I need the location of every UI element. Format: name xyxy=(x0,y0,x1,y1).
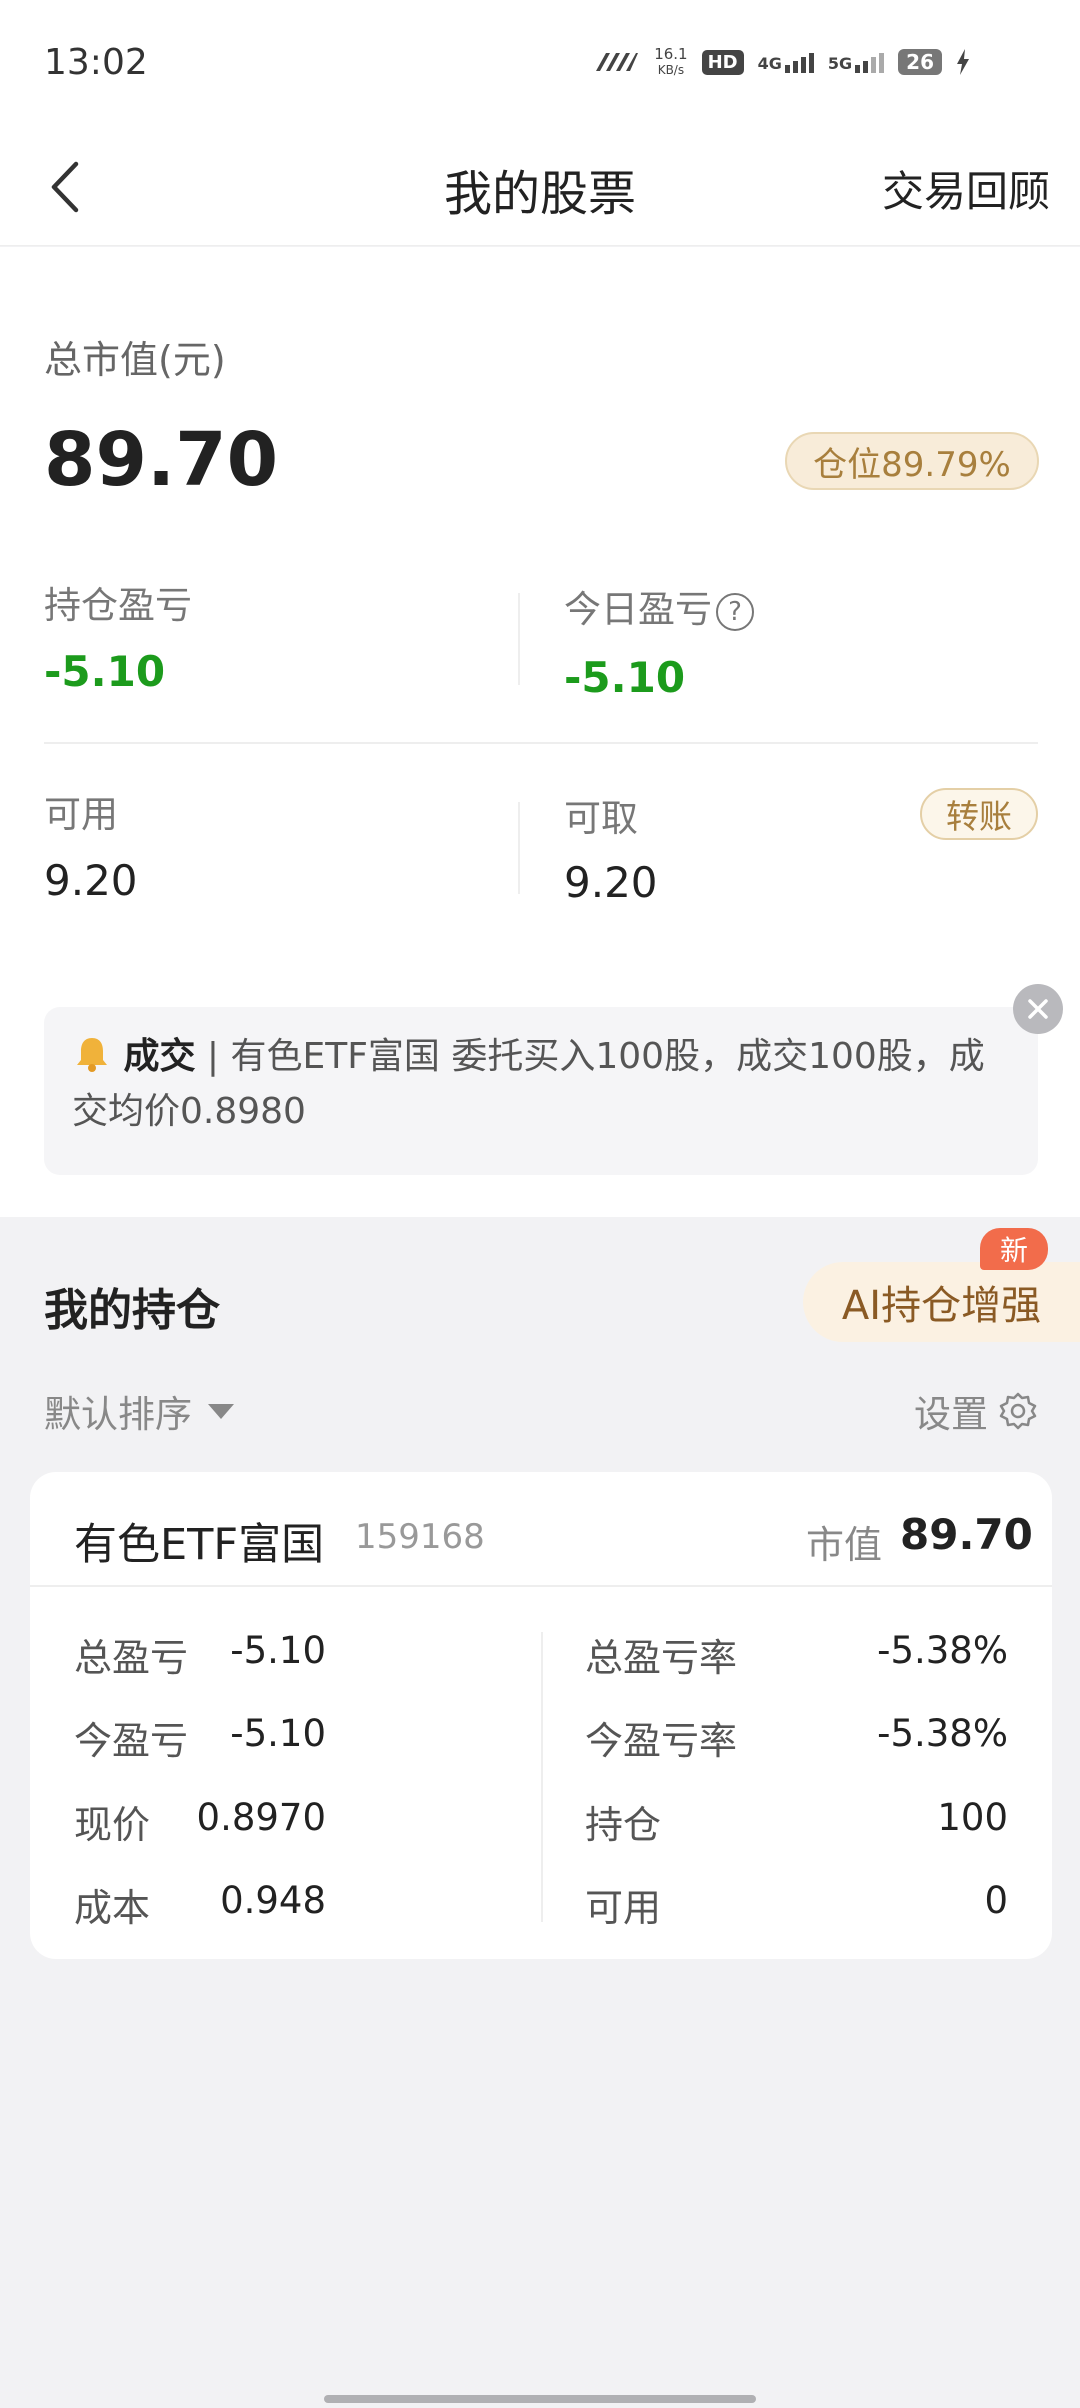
notice-text: | 有色ETF富国 委托买入100股，成交100股，成交均价0.8980 xyxy=(72,1036,985,1132)
status-time: 13:02 xyxy=(44,42,148,83)
ai-holdings-button[interactable]: AI持仓增强 xyxy=(803,1262,1080,1342)
home-indicator[interactable] xyxy=(324,2395,756,2403)
today-pl-rate-label: 今盈亏率 xyxy=(585,1719,738,1763)
new-badge: 新 xyxy=(980,1228,1048,1270)
battery-icon: 26 xyxy=(898,49,942,75)
total-pl-value: -5.10 xyxy=(230,1629,326,1672)
signal-5g-icon: 5G xyxy=(828,51,885,73)
status-icons: 16.1 KB/s HD 4G 5G 26 xyxy=(592,46,970,78)
signal-4g-icon: 4G xyxy=(758,51,814,73)
transfer-button[interactable]: 转账 xyxy=(920,788,1038,840)
total-market-value-label: 总市值(元) xyxy=(44,338,226,382)
current-price-label: 现价 xyxy=(74,1803,151,1847)
trade-notice[interactable]: 成交 | 有色ETF富国 委托买入100股，成交100股，成交均价0.8980 xyxy=(44,1007,1038,1175)
divider xyxy=(518,593,520,685)
sort-label: 默认排序 xyxy=(44,1393,192,1436)
available-label: 可用 xyxy=(44,793,118,836)
settings-label: 设置 xyxy=(914,1393,988,1436)
bell-icon xyxy=(72,1036,123,1077)
close-notice-button[interactable] xyxy=(1013,984,1063,1034)
market-value: 89.70 xyxy=(900,1510,1033,1559)
available-qty-label: 可用 xyxy=(585,1886,662,1930)
cost-label: 成本 xyxy=(74,1886,151,1930)
status-bar: 13:02 16.1 KB/s HD 4G 5G 26 xyxy=(0,0,1080,130)
caret-down-icon xyxy=(208,1403,234,1419)
notice-type: 成交 xyxy=(123,1036,196,1077)
position-ratio-badge: 仓位89.79% xyxy=(785,432,1039,490)
settings-button[interactable]: 设置 xyxy=(914,1384,1038,1438)
total-pl-rate-value: -5.38% xyxy=(877,1629,1008,1672)
holding-qty-value: 100 xyxy=(937,1796,1008,1839)
current-price-value: 0.8970 xyxy=(196,1796,326,1839)
trade-review-link[interactable]: 交易回顾 xyxy=(882,158,1050,219)
charging-icon xyxy=(957,49,969,75)
nav-bar: 我的股票 交易回顾 xyxy=(0,130,1080,246)
vibrate-icon xyxy=(596,53,639,71)
total-pl-rate-label: 总盈亏率 xyxy=(585,1636,738,1680)
today-pl-label: 今日盈亏? xyxy=(564,579,754,633)
notice-area: 成交 | 有色ETF富国 委托买入100股，成交100股，成交均价0.8980 xyxy=(0,967,1080,1217)
sort-dropdown[interactable]: 默认排序 xyxy=(44,1384,234,1438)
divider xyxy=(44,742,1038,744)
holdings-title: 我的持仓 xyxy=(44,1285,220,1336)
cost-value: 0.948 xyxy=(220,1879,326,1922)
stock-code: 159168 xyxy=(355,1517,485,1557)
stock-name: 有色ETF富国 xyxy=(74,1520,325,1570)
today-pl-rate-value: -5.38% xyxy=(877,1712,1008,1755)
holding-pl-value: -5.10 xyxy=(44,647,166,696)
withdrawable-label: 可取 xyxy=(564,797,638,840)
holding-qty-label: 持仓 xyxy=(585,1803,662,1847)
market-value-label: 市值 xyxy=(806,1523,883,1567)
total-pl-label: 总盈亏 xyxy=(74,1636,189,1680)
gear-icon xyxy=(999,1392,1037,1430)
withdrawable-value: 9.20 xyxy=(564,858,658,907)
divider xyxy=(541,1632,543,1922)
holding-card[interactable]: 有色ETF富国 159168 市值 89.70 总盈亏 -5.10 今盈亏 -5… xyxy=(30,1472,1052,1959)
holding-pl-label: 持仓盈亏 xyxy=(44,584,192,627)
network-speed: 16.1 KB/s xyxy=(654,45,688,77)
today-pl-label: 今盈亏 xyxy=(74,1719,189,1763)
account-summary: 总市值(元) 89.70 仓位89.79% 持仓盈亏 -5.10 今日盈亏? -… xyxy=(0,247,1080,967)
today-pl-value: -5.10 xyxy=(230,1712,326,1755)
divider xyxy=(518,802,520,894)
available-value: 9.20 xyxy=(44,856,138,905)
hd-icon: HD xyxy=(701,49,744,75)
close-icon xyxy=(1028,999,1048,1019)
holding-card-header: 有色ETF富国 159168 市值 89.70 xyxy=(30,1472,1052,1587)
available-qty-value: 0 xyxy=(984,1879,1008,1922)
today-pl-value: -5.10 xyxy=(564,653,686,702)
help-icon[interactable]: ? xyxy=(716,592,754,631)
total-market-value: 89.70 xyxy=(44,417,279,503)
